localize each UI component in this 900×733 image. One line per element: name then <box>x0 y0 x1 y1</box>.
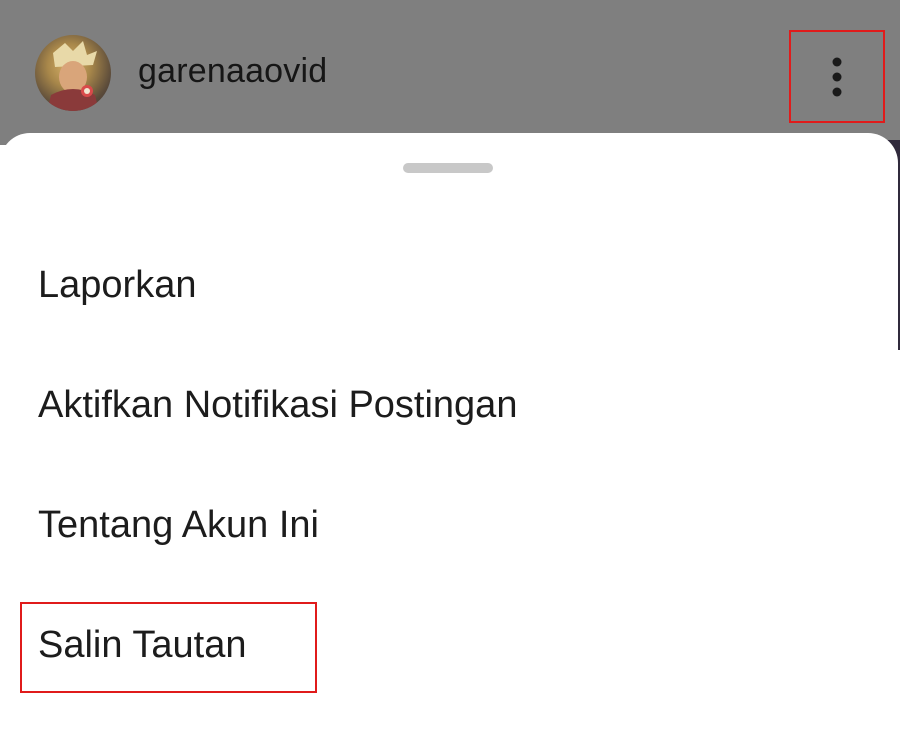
account-username[interactable]: garenaaovid <box>138 52 327 91</box>
vertical-dots-icon <box>832 57 842 96</box>
menu-item-turn-on-post-notifications[interactable]: Aktifkan Notifikasi Postingan <box>38 384 517 427</box>
menu-item-about-this-account[interactable]: Tentang Akun Ini <box>38 504 319 547</box>
copy-link-highlight <box>20 602 317 693</box>
sheet-drag-handle[interactable] <box>403 163 493 173</box>
post-header: garenaaovid <box>0 0 900 145</box>
more-options-button[interactable] <box>789 30 885 123</box>
menu-item-report[interactable]: Laporkan <box>38 264 196 307</box>
profile-avatar[interactable] <box>35 35 111 111</box>
